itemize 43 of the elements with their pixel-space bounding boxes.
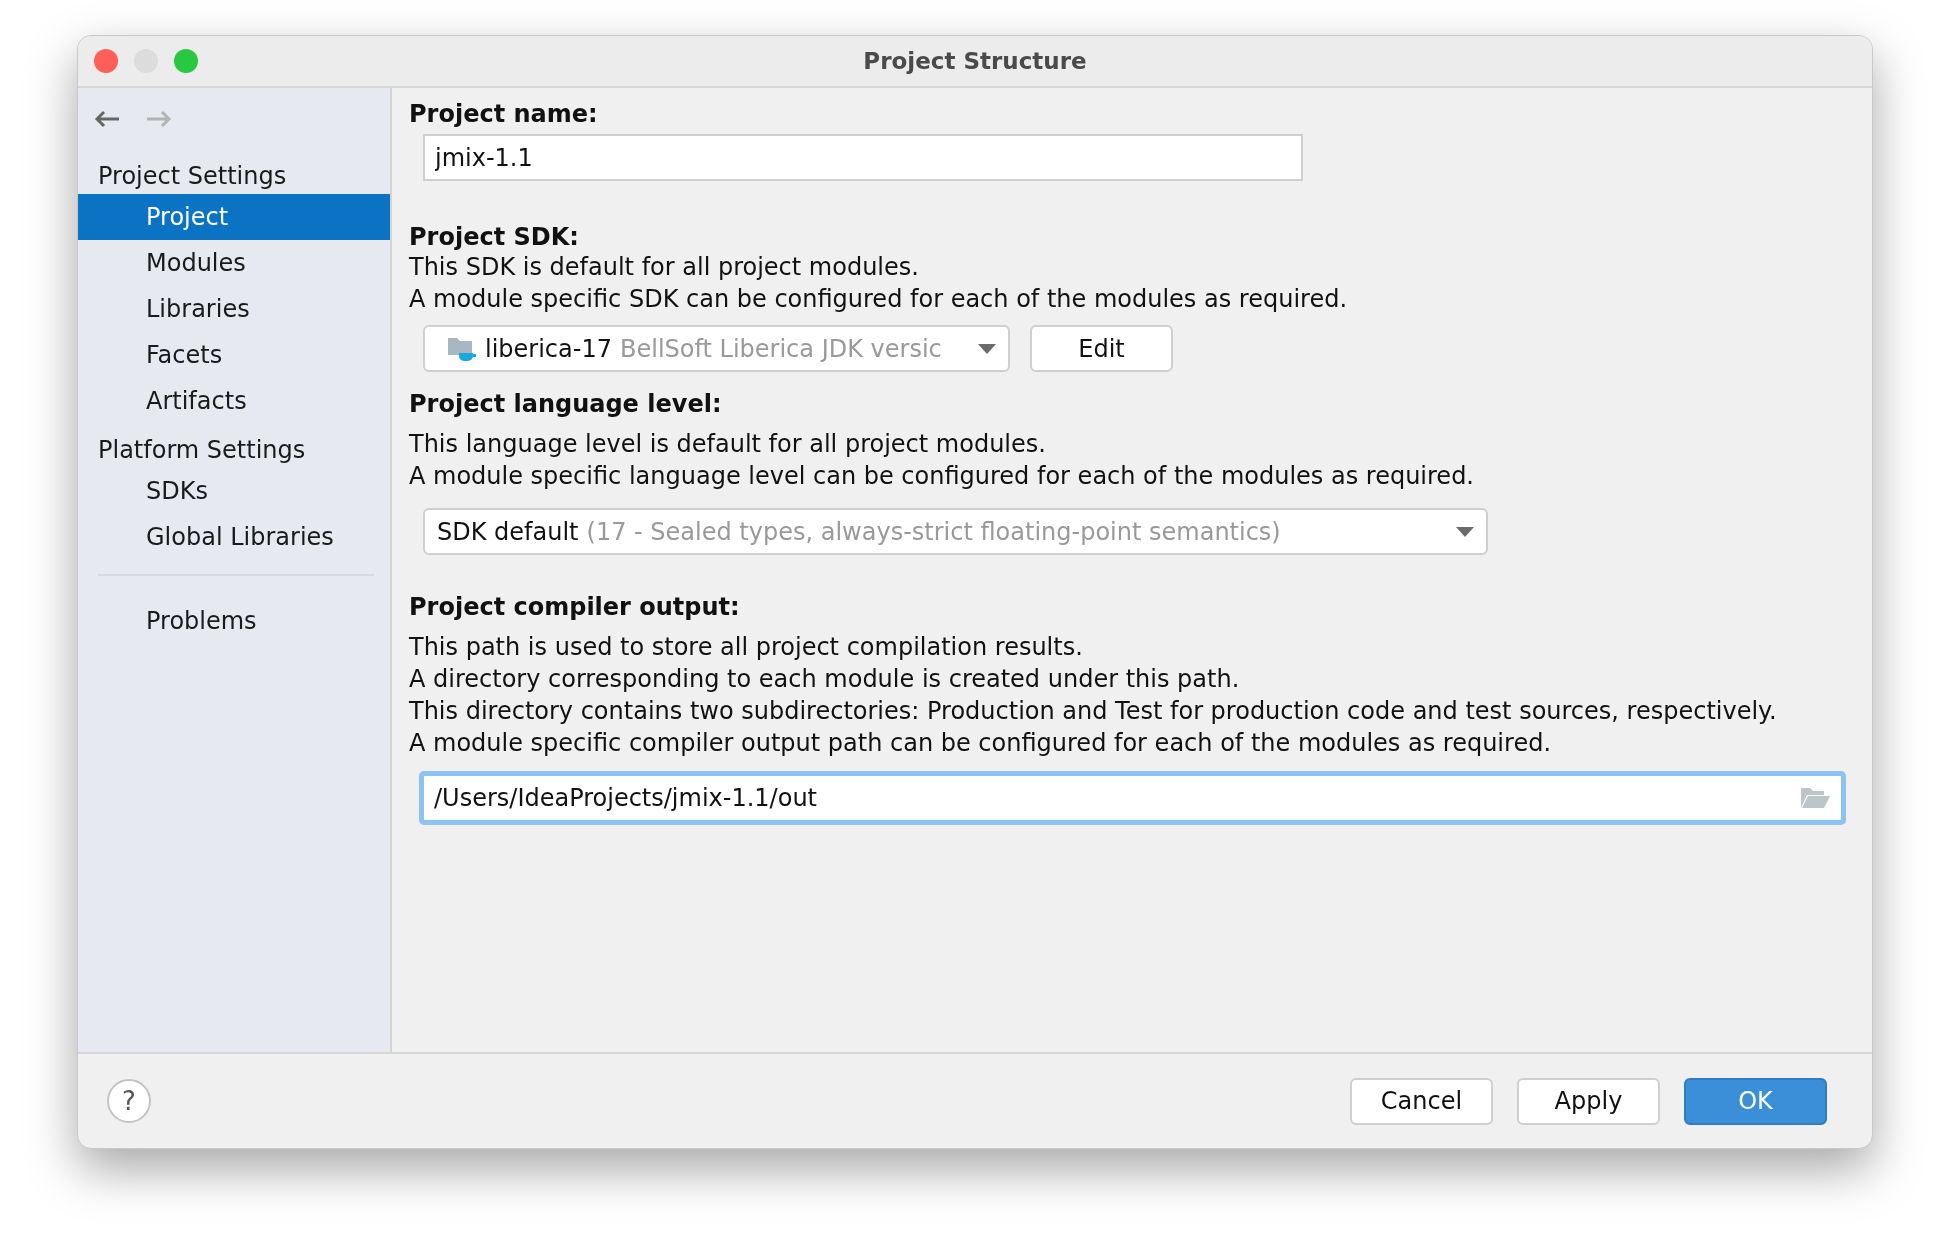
sidebar-item[interactable]: Project xyxy=(78,194,390,240)
dropdown-caret-icon xyxy=(1456,526,1474,537)
field-label: Project compiler output: xyxy=(409,592,741,621)
language-level-dropdown[interactable]: SDK default (17 - Sealed types, always-strict floating-point semantics) xyxy=(423,508,1488,555)
sidebar-item[interactable]: Global Libraries xyxy=(78,514,390,560)
sdk-dropdown[interactable]: liberica-17 BellSoft Liberica JDK versic xyxy=(423,325,1010,372)
back-arrow-icon xyxy=(94,110,120,128)
sidebar-section-header: Platform Settings xyxy=(97,435,307,466)
sidebar-item[interactable]: Libraries xyxy=(78,286,390,332)
sidebar-item[interactable]: SDKs xyxy=(78,468,390,514)
forward-arrow-icon xyxy=(146,110,172,128)
dropdown-detail: BellSoft Liberica JDK versic xyxy=(620,334,943,363)
description-text: This directory contains two subdirectories: Production and Test for production code and test sources, respectively. xyxy=(409,696,1778,727)
project-name-field[interactable]: jmix-1.1 xyxy=(423,134,1303,181)
dropdown-detail: (17 - Sealed types, always-strict floating-point semantics) xyxy=(586,517,1282,546)
folder-icon xyxy=(1800,786,1830,810)
description-text: A module specific SDK can be configured for each of the modules as required. xyxy=(409,284,1348,315)
help-button[interactable]: ? xyxy=(107,1079,151,1123)
dialog-button[interactable]: Apply xyxy=(1517,1077,1660,1125)
description-text: A module specific compiler output path can be configured for each of the modules as required. xyxy=(409,728,1552,759)
description-text: A module specific language level can be configured for each of the modules as required. xyxy=(409,461,1475,492)
description-text: A directory corresponding to each module is created under this path. xyxy=(409,664,1241,695)
field-label: Project name: xyxy=(409,99,599,128)
window-title: Project Structure xyxy=(863,48,1087,74)
description-text: This SDK is default for all project modules. xyxy=(409,252,920,283)
sidebar-section-header: Project Settings xyxy=(97,161,288,192)
sidebar-item[interactable]: Artifacts xyxy=(78,378,390,424)
zoom-button[interactable] xyxy=(174,49,198,73)
description-text: This language level is default for all project modules. xyxy=(409,429,1047,460)
sidebar-item[interactable]: Facets xyxy=(78,332,390,378)
compiler-output-path-field[interactable]: /Users/IdeaProjects/jmix-1.1/out xyxy=(419,771,1846,825)
close-button[interactable] xyxy=(94,49,118,73)
description-text: This path is used to store all project compilation results. xyxy=(409,632,1084,663)
field-label: Project SDK: xyxy=(409,222,580,251)
dropdown-value: SDK default xyxy=(437,517,579,546)
sidebar-item[interactable]: Modules xyxy=(78,240,390,286)
field-label: Project language level: xyxy=(409,389,723,418)
dropdown-value: liberica-17 xyxy=(485,334,612,363)
dropdown-caret-icon xyxy=(978,343,996,354)
dialog-button[interactable]: Cancel xyxy=(1350,1077,1493,1125)
edit-button[interactable]: Edit xyxy=(1030,325,1173,372)
sidebar-item[interactable]: Problems xyxy=(78,598,390,644)
folder-cup-icon xyxy=(447,335,477,362)
